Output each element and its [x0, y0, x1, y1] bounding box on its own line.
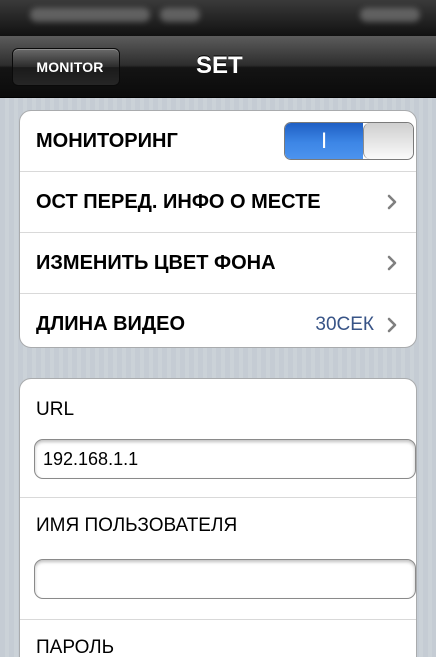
chevron-right-icon [384, 315, 400, 335]
toggle-knob [363, 123, 413, 159]
status-bar-blurred-battery [360, 8, 420, 22]
video-length-row[interactable]: ДЛИНА ВИДЕО 30СЕК [20, 294, 416, 347]
background-color-row[interactable]: ИЗМЕНИТЬ ЦВЕТ ФОНА [20, 233, 416, 294]
divider [20, 619, 416, 620]
monitoring-row: МОНИТОРИНГ I [20, 111, 416, 172]
monitoring-label: МОНИТОРИНГ [36, 129, 178, 152]
back-button-label: MONITOR [36, 59, 104, 75]
video-length-value: 30СЕК [315, 313, 374, 335]
connection-group: URL 192.168.1.1 ИМЯ ПОЛЬЗОВАТЕЛЯ ПАРОЛЬ [19, 378, 417, 657]
settings-group: МОНИТОРИНГ I ОСТ ПЕРЕД. ИНФО О МЕСТЕ ИЗМ… [19, 110, 417, 348]
password-label: ПАРОЛЬ [36, 637, 115, 657]
username-field[interactable] [34, 559, 416, 599]
status-bar-blurred-carrier [30, 8, 150, 22]
back-button[interactable]: MONITOR [12, 48, 120, 86]
url-label: URL [36, 399, 75, 420]
background-color-label: ИЗМЕНИТЬ ЦВЕТ ФОНА [36, 251, 276, 274]
status-bar-blurred-item [160, 8, 200, 22]
page-title: SET [196, 52, 243, 79]
chevron-right-icon [384, 192, 400, 212]
chevron-right-icon [384, 253, 400, 273]
toggle-on-indicator: I [285, 123, 363, 159]
video-length-label: ДЛИНА ВИДЕО [36, 313, 186, 335]
status-bar [0, 0, 436, 36]
divider [20, 497, 416, 498]
location-info-label: ОСТ ПЕРЕД. ИНФО О МЕСТЕ [36, 190, 321, 213]
location-info-row[interactable]: ОСТ ПЕРЕД. ИНФО О МЕСТЕ [20, 172, 416, 233]
navigation-bar: MONITOR SET [0, 36, 436, 98]
monitoring-toggle[interactable]: I [284, 122, 414, 160]
url-field[interactable]: 192.168.1.1 [34, 439, 416, 479]
username-label: ИМЯ ПОЛЬЗОВАТЕЛЯ [36, 515, 238, 536]
